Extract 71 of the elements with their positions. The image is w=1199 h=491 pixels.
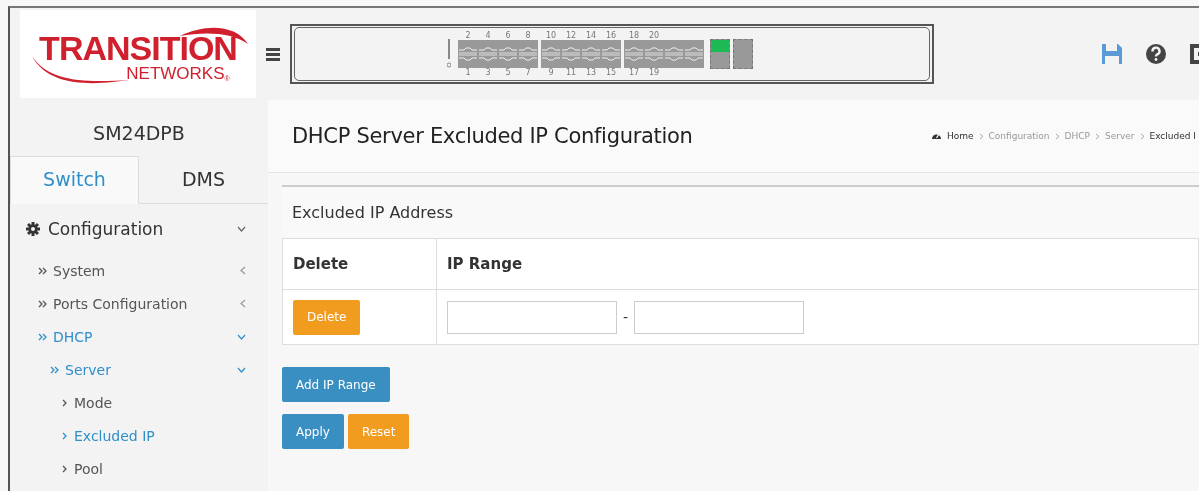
port-number: 12 — [564, 31, 578, 40]
chevron-icon — [1095, 132, 1100, 140]
chevron-left-icon[interactable] — [240, 299, 246, 308]
help-icon[interactable] — [1145, 43, 1167, 65]
chevron-down-icon[interactable] — [237, 333, 246, 340]
double-chevron-icon — [38, 266, 47, 275]
double-chevron-icon — [50, 365, 59, 374]
breadcrumb-link[interactable]: Home — [946, 131, 974, 141]
menu-item[interactable]: Ports Configuration — [53, 295, 240, 312]
device-name: SM24DPB — [92, 121, 186, 146]
port-number: 17 — [627, 68, 641, 77]
port-number: 16 — [604, 31, 618, 40]
column-header: IP Range — [436, 238, 1199, 290]
chevron-icon — [1139, 132, 1145, 140]
port-number: 14 — [584, 31, 598, 40]
breadcrumb-current: Excluded I — [1149, 131, 1196, 141]
port-number: 13 — [584, 68, 598, 77]
menu-item[interactable]: Excluded IP — [74, 427, 246, 444]
chevron-down-icon[interactable] — [237, 226, 246, 232]
delete-button[interactable]: Delete — [293, 299, 361, 335]
chevron-icon — [62, 398, 68, 407]
menu-item[interactable]: Pool — [74, 460, 246, 477]
chevron-down-icon[interactable] — [237, 366, 246, 373]
port-number: 11 — [564, 68, 578, 77]
port-number: 19 — [647, 68, 661, 77]
sidebar-tab[interactable]: DMS — [139, 156, 268, 203]
chevron-icon — [1054, 132, 1060, 140]
menu-item[interactable]: Server — [65, 361, 237, 378]
save-icon[interactable] — [1101, 43, 1123, 65]
port-number: 2 — [464, 31, 472, 40]
port-number: 10 — [544, 31, 558, 40]
port-number: 7 — [524, 68, 532, 77]
sfp-port — [733, 39, 753, 69]
action-button[interactable]: Apply — [282, 414, 344, 449]
port-number: 18 — [627, 31, 641, 40]
sfp-port — [710, 39, 730, 69]
sidebar-tab[interactable]: Switch — [10, 156, 139, 204]
panel-title: Excluded IP Address — [291, 202, 455, 224]
menu-item[interactable]: Configuration — [48, 219, 237, 239]
breadcrumb-link[interactable]: DHCP — [1064, 131, 1090, 141]
port-number: 15 — [604, 68, 618, 77]
chevron-icon — [978, 132, 984, 140]
chevron-left-icon[interactable] — [240, 266, 246, 275]
chevron-icon — [62, 431, 68, 440]
port-number: 20 — [647, 31, 661, 40]
column-header: Delete — [282, 238, 437, 290]
gear-icon — [26, 222, 40, 236]
port-number: 8 — [524, 31, 532, 40]
double-chevron-icon — [38, 299, 47, 308]
menu-icon[interactable] — [266, 47, 280, 61]
port-number: 6 — [504, 31, 512, 40]
end-ip-field[interactable] — [634, 300, 805, 334]
menu-item[interactable]: DHCP — [53, 328, 237, 345]
range-separator: - — [623, 309, 629, 325]
page-title: DHCP Server Excluded IP Configuration — [292, 124, 693, 148]
port-number: 3 — [484, 68, 492, 77]
port-number: 4 — [484, 31, 492, 40]
breadcrumb-link[interactable]: Configuration — [988, 131, 1050, 141]
start-ip-field[interactable] — [447, 300, 617, 334]
port-number: 5 — [504, 68, 512, 77]
menu-item[interactable]: Mode — [74, 394, 246, 411]
port-number: 9 — [547, 68, 555, 77]
dashboard-icon — [930, 131, 942, 141]
port-number: 1 — [464, 68, 472, 77]
breadcrumb-link[interactable]: Server — [1105, 131, 1135, 141]
double-chevron-icon — [38, 332, 47, 341]
menu-item[interactable]: System — [53, 262, 240, 279]
chevron-icon — [62, 464, 68, 473]
action-button[interactable]: Add IP Range — [282, 367, 390, 402]
action-button[interactable]: Reset — [347, 414, 410, 449]
led-icon — [447, 39, 451, 69]
